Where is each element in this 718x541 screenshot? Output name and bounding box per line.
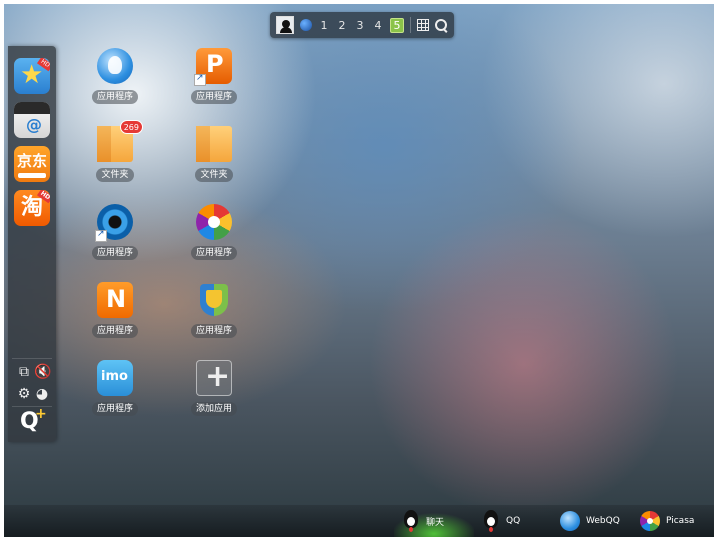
dock-star-app[interactable]: HD: [14, 58, 50, 94]
app-grid-icon[interactable]: [417, 19, 429, 31]
shield-icon: [196, 282, 232, 318]
taskbar-label: 聊天: [426, 517, 445, 528]
n-app-icon: [97, 282, 133, 318]
shortcut-arrow-icon: [95, 229, 107, 242]
workspace-1[interactable]: 1: [318, 19, 330, 32]
folder-icon: 269: [97, 120, 143, 162]
search-icon[interactable]: [435, 18, 448, 32]
camera-icon: [95, 204, 133, 242]
picasa-icon: [640, 511, 660, 531]
taskbar-item-webqq[interactable]: WebQQ: [552, 505, 632, 537]
taskbar-item-chat[interactable]: 聊天: [394, 505, 474, 537]
layout-icon[interactable]: ⧉: [16, 364, 32, 380]
hd-badge: HD: [36, 58, 50, 72]
icon-label: 添加应用: [190, 402, 237, 416]
user-avatar[interactable]: [276, 16, 294, 34]
workspace-3[interactable]: 3: [354, 19, 366, 32]
palette-icon[interactable]: ◕: [34, 386, 50, 402]
desktop-globe-icon[interactable]: [300, 19, 312, 31]
icon-label: 文件夹: [195, 168, 233, 182]
taskbar: 聊天 QQ WebQQ Picasa: [4, 505, 714, 537]
workspace-2[interactable]: 2: [336, 19, 348, 32]
plus-icon: [196, 359, 232, 396]
topbar-divider: [410, 17, 411, 33]
dock-jd-app[interactable]: 京东: [14, 146, 50, 182]
dock-mail-app[interactable]: [14, 102, 50, 138]
add-app-button[interactable]: 添加应用: [174, 359, 254, 416]
desktop-icon-imo-app[interactable]: 应用程序: [75, 360, 155, 416]
desktop-icon-camera-app[interactable]: 应用程序: [75, 204, 155, 260]
icon-label: 应用程序: [91, 90, 138, 104]
webqq-icon: [560, 511, 580, 531]
icon-label: 文件夹: [96, 168, 134, 182]
qplus-logo[interactable]: Q: [20, 402, 46, 434]
icon-label: 应用程序: [190, 324, 237, 338]
taskbar-label: Picasa: [666, 516, 695, 526]
desktop-icon-folder-2[interactable]: 文件夹: [174, 126, 254, 182]
desktop-icon-n-app[interactable]: 应用程序: [75, 282, 155, 338]
desktop-icon-ppt-app[interactable]: 应用程序: [174, 48, 254, 104]
shortcut-arrow-icon: [194, 73, 206, 86]
notification-badge: 269: [119, 120, 143, 134]
icon-label: 应用程序: [190, 90, 237, 104]
workspace-5[interactable]: 5: [390, 17, 404, 33]
taskbar-item-picasa[interactable]: Picasa: [632, 505, 712, 537]
taskbar-item-qq[interactable]: QQ: [474, 505, 554, 537]
dock-taobao-app[interactable]: 淘 HD: [14, 190, 50, 226]
icon-label: 应用程序: [91, 402, 138, 416]
folder-icon: [196, 126, 232, 162]
desktop: 1 2 3 4 5 HD 京东 淘 HD ⧉ 🔇 ⚙ ◕ Q 应用程序 应用程序: [4, 4, 714, 537]
icon-label: 应用程序: [91, 246, 138, 260]
imo-chat-icon: [97, 360, 133, 396]
workspace-bar: 1 2 3 4 5: [270, 12, 454, 38]
desktop-icon-picasa-app[interactable]: 应用程序: [174, 204, 254, 260]
workspace-4[interactable]: 4: [372, 19, 384, 32]
mute-icon[interactable]: 🔇: [34, 364, 51, 380]
icon-label: 应用程序: [91, 324, 138, 338]
qq-icon: [97, 48, 133, 84]
qq-penguin-icon: [482, 510, 500, 532]
picasa-icon: [196, 204, 232, 240]
desktop-icon-qq-app[interactable]: 应用程序: [75, 48, 155, 104]
desktop-icon-folder-1[interactable]: 269 文件夹: [75, 120, 155, 182]
dock-divider: [12, 358, 52, 359]
desktop-icon-shield-app[interactable]: 应用程序: [174, 282, 254, 338]
presentation-icon: [194, 48, 232, 86]
taskbar-label: QQ: [506, 516, 521, 526]
icon-label: 应用程序: [190, 246, 237, 260]
taobao-glyph: 淘: [20, 195, 43, 220]
qq-penguin-icon: [402, 510, 420, 532]
gear-icon[interactable]: ⚙: [16, 386, 32, 402]
left-dock: HD 京东 淘 HD ⧉ 🔇 ⚙ ◕ Q: [8, 46, 56, 442]
taskbar-label: WebQQ: [586, 516, 620, 526]
